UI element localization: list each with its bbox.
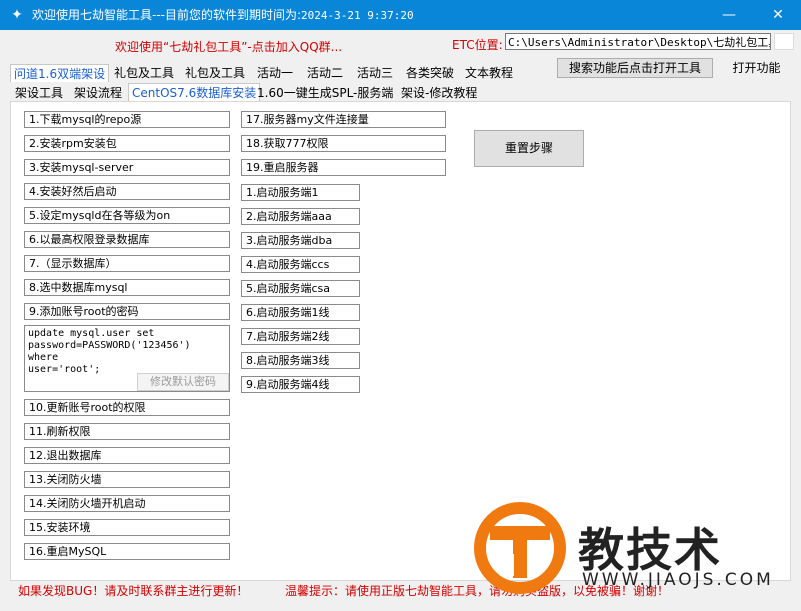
step-add-root-password[interactable]: 9.添加账号root的密码	[24, 303, 230, 320]
tab-centos-db-install[interactable]: CentOS7.6数据库安装	[128, 83, 261, 102]
footer-bug-notice: 如果发现BUG！请及时联系群主进行更新！	[18, 584, 249, 598]
tab-gift-tools-1[interactable]: 礼包及工具	[111, 64, 177, 82]
tab-setup-process[interactable]: 架设流程	[71, 84, 125, 102]
tab-setup-modify-tutorial[interactable]: 架设-修改教程	[398, 84, 480, 102]
step-use-mysql[interactable]: 8.选中数据库mysql	[24, 279, 230, 296]
watermark-logo-icon	[474, 502, 566, 594]
step-start-after-install[interactable]: 4.安装好然后启动	[24, 183, 230, 200]
step-restart-mysql[interactable]: 16.重启MySQL	[24, 543, 230, 560]
etc-label: ETC位置:	[452, 38, 503, 52]
window-title-text: 欢迎使用七劫智能工具---目前您的软件到期时间为:	[32, 8, 302, 22]
service-step-line-4[interactable]: 9.启动服务端4线	[241, 376, 360, 393]
tab-breakthrough[interactable]: 各类突破	[403, 64, 457, 82]
close-button[interactable]: ✕	[755, 0, 801, 30]
window-title: 欢迎使用七劫智能工具---目前您的软件到期时间为:2024-3-21 9:37:…	[32, 0, 414, 31]
open-function-button[interactable]: 打开功能	[723, 58, 790, 78]
step-get-777-permission[interactable]: 18.获取777权限	[241, 135, 446, 152]
tab-text-tutorial[interactable]: 文本教程	[462, 64, 516, 82]
tab-event-2[interactable]: 活动二	[304, 64, 346, 82]
step-disable-firewall-boot[interactable]: 14.关闭防火墙开机启动	[24, 495, 230, 512]
watermark-logo: 教技术 WWW.JIAOJS.COM	[470, 496, 790, 606]
step-set-mysqld-on[interactable]: 5.设定mysqld在各等级为on	[24, 207, 230, 224]
step-login-db[interactable]: 6.以最高权限登录数据库	[24, 231, 230, 248]
etc-path-side-box	[774, 33, 794, 50]
reset-steps-button[interactable]: 重置步骤	[474, 130, 584, 167]
minimize-button[interactable]: —	[706, 0, 752, 30]
step-server-my-connections[interactable]: 17.服务器my文件连接量	[241, 111, 446, 128]
service-step-ccs[interactable]: 4.启动服务端ccs	[241, 256, 360, 273]
step-stop-firewall[interactable]: 13.关闭防火墙	[24, 471, 230, 488]
service-step-1[interactable]: 1.启动服务端1	[241, 184, 360, 201]
search-open-tool-button[interactable]: 搜索功能后点击打开工具	[557, 58, 713, 78]
step-restart-server[interactable]: 19.重启服务器	[241, 159, 446, 176]
title-bar: ✦ 欢迎使用七劫智能工具---目前您的软件到期时间为:2024-3-21 9:3…	[0, 0, 801, 30]
tab-gift-tools-2[interactable]: 礼包及工具	[182, 64, 248, 82]
step-show-databases[interactable]: 7.（显示数据库）	[24, 255, 230, 272]
service-step-dba[interactable]: 3.启动服务端dba	[241, 232, 360, 249]
tab-wendao-setup[interactable]: 问道1.6双端架设	[10, 64, 110, 82]
step-update-root-privileges[interactable]: 10.更新账号root的权限	[24, 399, 230, 416]
step-install-env[interactable]: 15.安装环境	[24, 519, 230, 536]
service-step-line-1[interactable]: 6.启动服务端1线	[241, 304, 360, 321]
service-step-csa[interactable]: 5.启动服务端csa	[241, 280, 360, 297]
tab-event-1[interactable]: 活动一	[254, 64, 296, 82]
step-exit-db[interactable]: 12.退出数据库	[24, 447, 230, 464]
step-install-rpm[interactable]: 2.安装rpm安装包	[24, 135, 230, 152]
client-area: 欢迎使用“七劫礼包工具”-点击加入QQ群... ETC位置: C:\Users\…	[0, 30, 801, 611]
etc-path-input[interactable]: C:\Users\Administrator\Desktop\七劫礼包工具	[505, 33, 771, 50]
tab-event-3[interactable]: 活动三	[354, 64, 396, 82]
expiry-time: 2024-3-21 9:37:20	[301, 9, 414, 22]
watermark-url: WWW.JIAOJS.COM	[582, 570, 774, 590]
service-step-line-2[interactable]: 7.启动服务端2线	[241, 328, 360, 345]
app-icon: ✦	[11, 7, 23, 23]
service-step-aaa[interactable]: 2.启动服务端aaa	[241, 208, 360, 225]
tab-one-click-spl[interactable]: 1.60一键生成SPL-服务端	[254, 84, 396, 102]
tab-setup-tools[interactable]: 架设工具	[12, 84, 66, 102]
step-download-repo[interactable]: 1.下载mysql的repo源	[24, 111, 230, 128]
modify-default-password-button[interactable]: 修改默认密码	[137, 373, 229, 391]
step-flush-privileges[interactable]: 11.刷新权限	[24, 423, 230, 440]
welcome-link[interactable]: 欢迎使用“七劫礼包工具”-点击加入QQ群...	[115, 38, 342, 55]
service-step-line-3[interactable]: 8.启动服务端3线	[241, 352, 360, 369]
step-install-mysql-server[interactable]: 3.安装mysql-server	[24, 159, 230, 176]
